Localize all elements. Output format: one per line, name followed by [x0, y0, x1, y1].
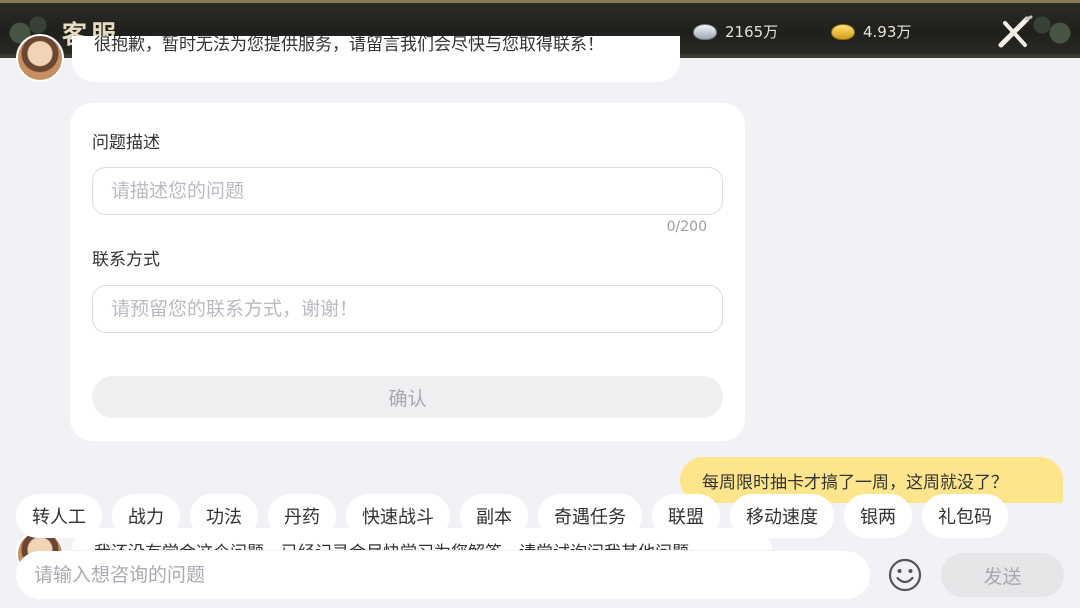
description-input[interactable] — [92, 167, 723, 215]
emoji-button[interactable] — [886, 556, 924, 594]
char-counter: 0/200 — [666, 219, 707, 235]
quick-reply-chip[interactable]: 银两 — [844, 494, 912, 538]
quick-reply-chip[interactable]: 战力 — [112, 494, 180, 538]
send-button[interactable]: 发送 — [941, 553, 1064, 597]
emoji-smile-icon — [888, 558, 922, 592]
quick-reply-chip[interactable]: 功法 — [190, 494, 258, 538]
quick-reply-chip[interactable]: 转人工 — [16, 494, 102, 538]
contact-input[interactable] — [92, 285, 723, 333]
close-x-icon — [998, 15, 1033, 48]
quick-reply-chip[interactable]: 移动速度 — [730, 494, 834, 538]
quick-reply-chip[interactable]: 奇遇任务 — [538, 494, 642, 538]
gold-amount: 4.93万 — [863, 23, 912, 41]
agent-avatar — [16, 34, 64, 82]
silver-ingot-icon — [693, 23, 717, 40]
quick-reply-chip[interactable]: 快速战斗 — [346, 494, 450, 538]
agent-message-bottom-text: 我还没有学会这个问题，已经记录会尽快学习为您解答，请尝试询问我其他问题 — [94, 538, 750, 550]
contact-label: 联系方式 — [92, 250, 160, 270]
quick-reply-row: 转人工 战力 功法 丹药 快速战斗 副本 奇遇任务 联盟 移动速度 银两 礼包码 — [16, 494, 1008, 538]
close-button[interactable] — [995, 13, 1035, 51]
quick-reply-chip[interactable]: 联盟 — [652, 494, 720, 538]
gold-ingot-icon — [831, 23, 855, 40]
question-input[interactable] — [16, 551, 870, 599]
agent-message-text: 很抱歉，暂时无法为您提供服务，请留言我们会尽快与您取得联系！ — [94, 36, 604, 55]
silver-balance: 2165万 — [693, 21, 778, 42]
confirm-button[interactable]: 确认 — [92, 376, 723, 418]
feedback-form-card: 问题描述 0/200 联系方式 确认 — [70, 103, 745, 441]
quick-reply-chip[interactable]: 丹药 — [268, 494, 336, 538]
agent-message-bubble: 很抱歉，暂时无法为您提供服务，请留言我们会尽快与您取得联系！ — [72, 36, 680, 82]
description-label: 问题描述 — [92, 133, 160, 153]
silver-amount: 2165万 — [725, 23, 779, 41]
gold-balance: 4.93万 — [831, 21, 911, 42]
quick-reply-chip[interactable]: 礼包码 — [922, 494, 1008, 538]
quick-reply-chip[interactable]: 副本 — [460, 494, 528, 538]
